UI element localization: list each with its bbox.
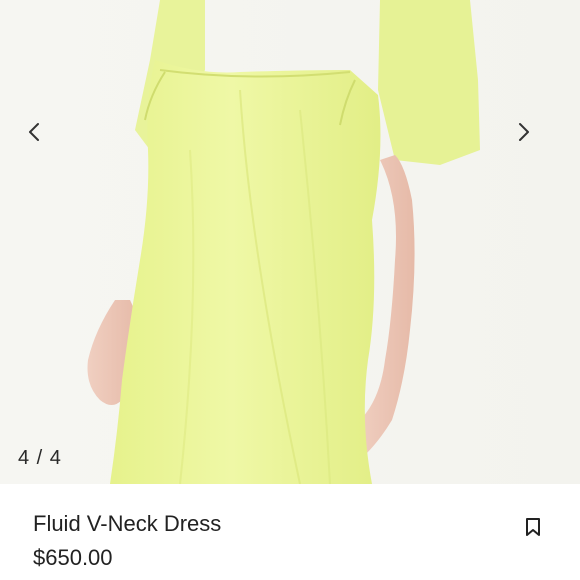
product-title: Fluid V-Neck Dress — [33, 511, 222, 536]
next-image-button[interactable] — [517, 122, 553, 162]
product-image-gallery[interactable]: 4 / 4 — [0, 0, 580, 484]
product-info-panel: Fluid V-Neck Dress $650.00 — [0, 484, 580, 580]
image-counter: 4 / 4 — [18, 447, 62, 469]
bookmark-icon — [526, 518, 540, 536]
product-price: $650.00 — [33, 545, 113, 570]
bookmark-button[interactable] — [520, 514, 546, 540]
chevron-right-icon — [519, 123, 529, 141]
chevron-left-icon — [29, 123, 39, 141]
product-photo — [87, 0, 480, 484]
right-sleeve — [378, 0, 480, 165]
previous-image-button[interactable] — [27, 122, 63, 162]
